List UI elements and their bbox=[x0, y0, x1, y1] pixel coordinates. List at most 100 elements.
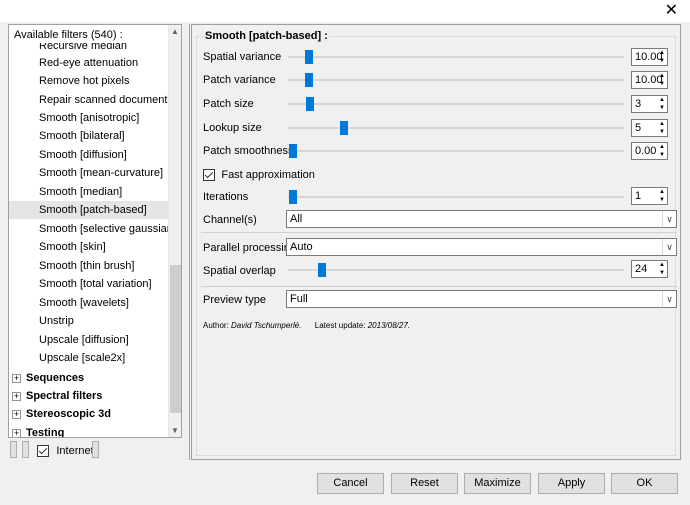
spinbox-value: 24 bbox=[635, 263, 648, 275]
spatial-variance-label: Spatial variance bbox=[203, 51, 282, 63]
iterations-thumb[interactable] bbox=[289, 190, 297, 204]
scroll-down-icon[interactable]: ▼ bbox=[171, 426, 179, 435]
select-value: All bbox=[290, 213, 303, 225]
patch-variance-spinbox[interactable]: 10.00 ▲ ▼ bbox=[631, 71, 668, 89]
settings-title: Smooth [patch-based] : bbox=[204, 30, 329, 42]
spin-arrows-icon[interactable]: ▲ ▼ bbox=[657, 261, 667, 277]
category-label: Stereoscopic 3d bbox=[26, 408, 111, 420]
spatial-overlap-thumb[interactable] bbox=[318, 263, 326, 277]
patch-smoothness-slider[interactable] bbox=[288, 150, 624, 152]
expand-icon[interactable]: + bbox=[12, 373, 21, 383]
spatial-variance-spinbox[interactable]: 10.00 ▲ ▼ bbox=[631, 48, 668, 66]
checkbox-box[interactable] bbox=[203, 168, 215, 181]
list-item[interactable]: Smooth [total variation] bbox=[39, 275, 152, 293]
collapse-button[interactable] bbox=[10, 441, 17, 458]
refresh-button[interactable] bbox=[22, 441, 29, 458]
internet-checkbox[interactable]: Internet bbox=[37, 443, 94, 457]
internet-label: Internet bbox=[56, 445, 94, 457]
filter-footer: Internet bbox=[8, 440, 182, 460]
divider bbox=[201, 286, 677, 287]
list-item[interactable]: Red-eye attenuation bbox=[39, 54, 138, 72]
scrollbar-thumb[interactable] bbox=[170, 265, 181, 413]
iterations-label: Iterations bbox=[203, 191, 249, 203]
parallel-processing-label: Parallel processing bbox=[203, 242, 296, 254]
close-icon[interactable]: ✕ bbox=[665, 2, 678, 20]
fast-approximation-label: Fast approximation bbox=[221, 169, 315, 181]
patch-variance-thumb[interactable] bbox=[305, 73, 313, 87]
divider bbox=[201, 232, 677, 233]
patch-size-spinbox[interactable]: 3 ▲ ▼ bbox=[631, 95, 668, 113]
channels-select[interactable]: All ∨ bbox=[286, 210, 677, 228]
title-bar: ✕ bbox=[0, 0, 690, 22]
category-label: Sequences bbox=[26, 372, 85, 384]
list-item[interactable]: Upscale [scale2x] bbox=[39, 349, 125, 367]
expand-icon[interactable]: + bbox=[12, 409, 21, 419]
preview-type-select[interactable]: Full ∨ bbox=[286, 290, 677, 308]
list-item[interactable]: Smooth [median] bbox=[39, 183, 122, 201]
ok-button[interactable]: OK bbox=[611, 473, 678, 494]
maximize-button[interactable]: Maximize bbox=[464, 473, 531, 494]
expand-icon[interactable]: + bbox=[12, 391, 21, 401]
filter-tree[interactable]: Recursive median Red-eye attenuation Rem… bbox=[8, 24, 182, 438]
lookup-size-spinbox[interactable]: 5 ▲ ▼ bbox=[631, 119, 668, 137]
settings-button[interactable] bbox=[92, 441, 99, 458]
spin-arrows-icon[interactable]: ▲ ▼ bbox=[657, 49, 667, 65]
spin-arrows-icon[interactable]: ▲ ▼ bbox=[657, 96, 667, 112]
list-item[interactable]: Smooth [bilateral] bbox=[39, 127, 125, 145]
parallel-processing-select[interactable]: Auto ∨ bbox=[286, 238, 677, 256]
cancel-button[interactable]: Cancel bbox=[317, 473, 384, 494]
iterations-slider[interactable] bbox=[288, 196, 624, 198]
list-item[interactable]: Upscale [diffusion] bbox=[39, 331, 129, 349]
preview-type-label: Preview type bbox=[203, 294, 266, 306]
lookup-size-thumb[interactable] bbox=[340, 121, 348, 135]
filters-header: Available filters (540) : bbox=[14, 29, 164, 41]
spatial-variance-thumb[interactable] bbox=[305, 50, 313, 64]
author-name: David Tschumperlé. bbox=[231, 321, 302, 330]
apply-button[interactable]: Apply bbox=[538, 473, 605, 494]
list-item[interactable]: Smooth [anisotropic] bbox=[39, 109, 139, 127]
spin-arrows-icon[interactable]: ▲ ▼ bbox=[657, 72, 667, 88]
scroll-up-icon[interactable]: ▲ bbox=[171, 27, 179, 36]
patch-variance-slider[interactable] bbox=[288, 79, 624, 81]
list-item[interactable]: Smooth [thin brush] bbox=[39, 257, 134, 275]
spatial-overlap-spinbox[interactable]: 24 ▲ ▼ bbox=[631, 260, 668, 278]
patch-smoothness-spinbox[interactable]: 0.00 ▲ ▼ bbox=[631, 142, 668, 160]
category-label: Spectral filters bbox=[26, 390, 103, 402]
filter-scrollbar[interactable]: ▲ ▼ bbox=[168, 25, 181, 437]
checkbox-box[interactable] bbox=[37, 444, 49, 457]
list-item[interactable]: Remove hot pixels bbox=[39, 72, 130, 90]
category-testing[interactable]: + Testing bbox=[12, 424, 64, 437]
reset-button[interactable]: Reset bbox=[391, 473, 458, 494]
list-item[interactable]: Repair scanned document bbox=[39, 91, 167, 109]
category-stereoscopic-3d[interactable]: + Stereoscopic 3d bbox=[12, 405, 111, 423]
list-item[interactable]: Smooth [wavelets] bbox=[39, 294, 129, 312]
category-spectral-filters[interactable]: + Spectral filters bbox=[12, 387, 102, 405]
splitter[interactable] bbox=[189, 24, 190, 460]
spatial-overlap-slider[interactable] bbox=[288, 269, 624, 271]
chevron-down-icon[interactable]: ∨ bbox=[662, 211, 676, 227]
spin-arrows-icon[interactable]: ▲ ▼ bbox=[657, 120, 667, 136]
spin-arrows-icon[interactable]: ▲ ▼ bbox=[657, 143, 667, 159]
patch-size-thumb[interactable] bbox=[306, 97, 314, 111]
spinbox-value: 5 bbox=[635, 122, 642, 134]
filter-settings-panel: Smooth [patch-based] : Spatial variance … bbox=[191, 24, 681, 460]
chevron-down-icon[interactable]: ∨ bbox=[662, 291, 676, 307]
list-item[interactable]: Smooth [skin] bbox=[39, 238, 106, 256]
select-value: Auto bbox=[290, 241, 313, 253]
spinbox-value: 1 bbox=[635, 190, 642, 202]
list-item[interactable]: Smooth [selective gaussian] bbox=[39, 220, 176, 238]
list-item[interactable]: Smooth [diffusion] bbox=[39, 146, 127, 164]
fast-approximation-checkbox[interactable]: Fast approximation bbox=[203, 167, 315, 181]
lookup-size-slider[interactable] bbox=[288, 127, 624, 129]
spatial-variance-slider[interactable] bbox=[288, 56, 624, 58]
list-item[interactable]: Unstrip bbox=[39, 312, 74, 330]
chevron-down-icon[interactable]: ∨ bbox=[662, 239, 676, 255]
category-sequences[interactable]: + Sequences bbox=[12, 369, 84, 387]
patch-smoothness-thumb[interactable] bbox=[289, 144, 297, 158]
list-item-selected[interactable]: Smooth [patch-based] bbox=[9, 201, 169, 219]
patch-size-slider[interactable] bbox=[288, 103, 624, 105]
spin-arrows-icon[interactable]: ▲ ▼ bbox=[657, 188, 667, 204]
iterations-spinbox[interactable]: 1 ▲ ▼ bbox=[631, 187, 668, 205]
list-item[interactable]: Smooth [mean-curvature] bbox=[39, 164, 163, 182]
expand-icon[interactable]: + bbox=[12, 428, 21, 437]
